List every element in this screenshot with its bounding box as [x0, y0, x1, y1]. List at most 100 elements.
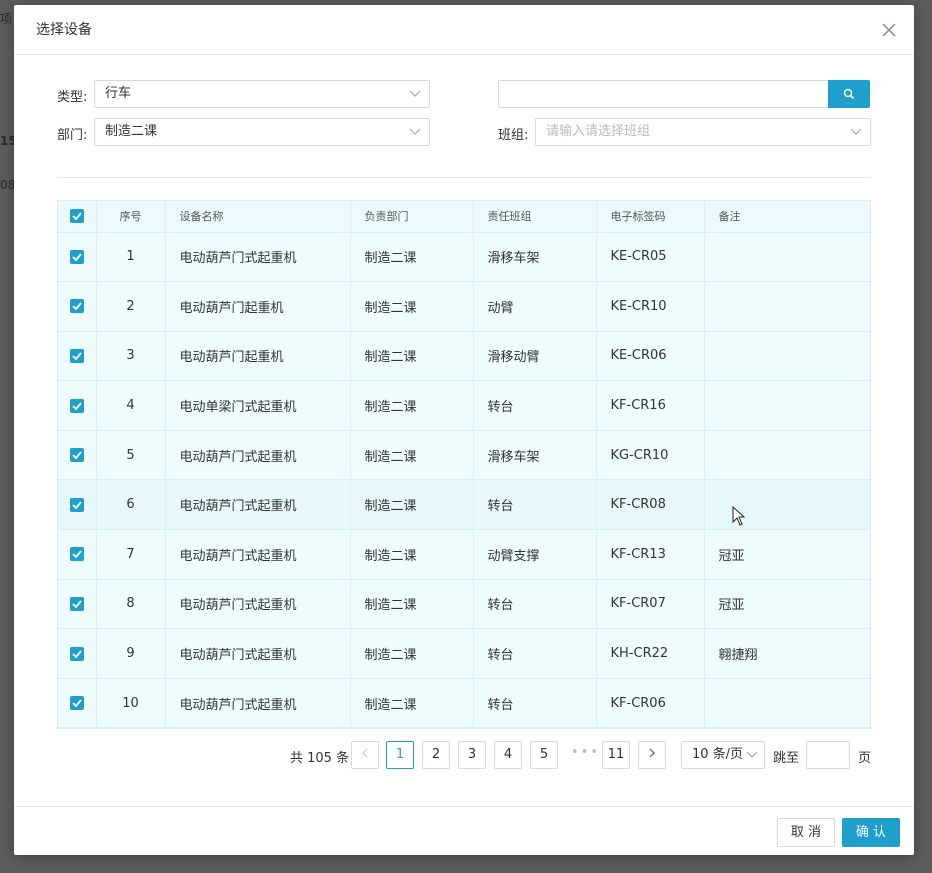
- dept-select[interactable]: 制造二课: [94, 118, 430, 146]
- cell-tag-code: KE-CR05: [596, 232, 705, 283]
- table-row[interactable]: 3 电动葫芦门起重机 制造二课 滑移动臂 KE-CR06: [58, 331, 870, 382]
- table-row[interactable]: 9 电动葫芦门式起重机 制造二课 转台 KH-CR22 翱捷翔: [58, 628, 870, 679]
- row-checkbox[interactable]: [58, 380, 97, 431]
- pagination: 共 105 条 1 2 3 4 5 ••• 11 10 条/页 跳至 页: [14, 741, 914, 771]
- cell-index: 3: [96, 331, 166, 382]
- cell-device-name: 电动单梁门式起重机: [165, 380, 351, 431]
- jump-label: 跳至: [773, 751, 800, 766]
- dialog-footer: 取 消 确 认: [14, 806, 914, 855]
- row-checkbox[interactable]: [58, 430, 97, 481]
- cell-department: 制造二课: [350, 529, 474, 580]
- team-select[interactable]: 请输入请选择班组: [535, 118, 871, 146]
- row-checkbox[interactable]: [58, 232, 97, 283]
- cell-team: 转台: [473, 479, 597, 531]
- cell-department: 制造二课: [350, 281, 474, 332]
- cell-team: 转台: [473, 380, 597, 431]
- cell-remark: [704, 479, 870, 531]
- cell-remark: [704, 430, 870, 481]
- header-remark: 备注: [704, 201, 870, 233]
- search-button[interactable]: [828, 80, 870, 108]
- checkbox-checked-icon: [69, 596, 84, 611]
- next-page-button[interactable]: [638, 741, 666, 769]
- row-checkbox[interactable]: [58, 281, 97, 332]
- cell-device-name: 电动葫芦门式起重机: [165, 529, 351, 580]
- cell-index: 8: [96, 579, 166, 630]
- row-checkbox[interactable]: [58, 529, 97, 580]
- table-row[interactable]: 1 电动葫芦门式起重机 制造二课 滑移车架 KE-CR05: [58, 232, 870, 283]
- cell-department: 制造二课: [350, 678, 474, 729]
- type-label: 类型:: [57, 90, 88, 105]
- row-checkbox[interactable]: [58, 331, 97, 382]
- cell-device-name: 电动葫芦门式起重机: [165, 628, 351, 679]
- dialog-title: 选择设备: [36, 22, 92, 38]
- header-device-name: 设备名称: [165, 201, 351, 233]
- cell-team: 转台: [473, 579, 597, 630]
- page-button-4[interactable]: 4: [494, 741, 522, 769]
- cell-department: 制造二课: [350, 430, 474, 481]
- chevron-left-icon: [362, 748, 368, 758]
- page-button-last[interactable]: 11: [602, 741, 630, 769]
- background-text: 项: [0, 12, 13, 26]
- close-button[interactable]: [878, 19, 900, 41]
- search-input[interactable]: [498, 80, 829, 108]
- header-tag-code: 电子标签码: [596, 201, 705, 233]
- table-row[interactable]: 7 电动葫芦门式起重机 制造二课 动臂支撑 KF-CR13 冠亚: [58, 529, 870, 580]
- chevron-down-icon: [850, 128, 862, 135]
- jump-page-input[interactable]: [806, 741, 850, 769]
- row-checkbox[interactable]: [58, 678, 97, 729]
- cell-tag-code: KF-CR13: [596, 529, 705, 580]
- checkbox-checked-icon: [69, 348, 84, 363]
- table-row[interactable]: 6 电动葫芦门式起重机 制造二课 转台 KF-CR08: [58, 479, 870, 531]
- cell-device-name: 电动葫芦门式起重机: [165, 579, 351, 630]
- checkbox-checked-icon: [69, 398, 84, 413]
- cell-tag-code: KF-CR06: [596, 678, 705, 729]
- cell-device-name: 电动葫芦门式起重机: [165, 430, 351, 481]
- page-button-5[interactable]: 5: [530, 741, 558, 769]
- type-select[interactable]: 行车: [94, 80, 430, 108]
- checkbox-checked-icon: [69, 646, 84, 661]
- cell-index: 5: [96, 430, 166, 481]
- table-row[interactable]: 10 电动葫芦门式起重机 制造二课 转台 KF-CR06: [58, 678, 870, 729]
- row-checkbox[interactable]: [58, 579, 97, 630]
- header-department: 负责部门: [350, 201, 474, 233]
- mouse-cursor-icon: [732, 506, 746, 526]
- table-row[interactable]: 5 电动葫芦门式起重机 制造二课 滑移车架 KG-CR10: [58, 430, 870, 481]
- cell-remark: [704, 678, 870, 729]
- background-text: 08: [0, 178, 16, 192]
- cell-remark: 冠亚: [704, 579, 870, 630]
- page-button-1[interactable]: 1: [386, 741, 414, 769]
- checkbox-checked-icon: [69, 249, 84, 264]
- cell-team: 动臂支撑: [473, 529, 597, 580]
- cell-department: 制造二课: [350, 579, 474, 630]
- cell-team: 滑移动臂: [473, 331, 597, 382]
- prev-page-button[interactable]: [351, 741, 379, 769]
- table-header-row: 序号 设备名称 负责部门 责任班组 电子标签码 备注: [58, 201, 870, 233]
- checkbox-checked-icon: [69, 497, 84, 512]
- type-value: 行车: [105, 86, 132, 101]
- cell-remark: [704, 281, 870, 332]
- page-button-2[interactable]: 2: [422, 741, 450, 769]
- cell-index: 7: [96, 529, 166, 580]
- page-size-select[interactable]: 10 条/页: [681, 741, 765, 769]
- table-row[interactable]: 2 电动葫芦门起重机 制造二课 动臂 KE-CR10: [58, 281, 870, 332]
- table-row[interactable]: 8 电动葫芦门式起重机 制造二课 转台 KF-CR07 冠亚: [58, 579, 870, 630]
- cell-department: 制造二课: [350, 628, 474, 679]
- cell-department: 制造二课: [350, 232, 474, 283]
- cell-department: 制造二课: [350, 331, 474, 382]
- cell-remark: 冠亚: [704, 529, 870, 580]
- row-checkbox[interactable]: [58, 628, 97, 679]
- cell-tag-code: KE-CR06: [596, 331, 705, 382]
- cancel-button[interactable]: 取 消: [777, 818, 835, 847]
- select-all-checkbox[interactable]: [58, 201, 97, 233]
- page-button-3[interactable]: 3: [458, 741, 486, 769]
- confirm-button[interactable]: 确 认: [842, 818, 900, 847]
- filter-panel: 类型: 行车 部门: 制造二课 班组: 请输入请选择班组: [14, 55, 914, 185]
- cell-tag-code: KE-CR10: [596, 281, 705, 332]
- cell-index: 9: [96, 628, 166, 679]
- page-suffix-label: 页: [858, 751, 872, 766]
- row-checkbox[interactable]: [58, 479, 97, 531]
- table-row[interactable]: 4 电动单梁门式起重机 制造二课 转台 KF-CR16: [58, 380, 870, 431]
- ellipsis-icon[interactable]: •••: [571, 745, 600, 760]
- cell-remark: [704, 380, 870, 431]
- team-label: 班组:: [498, 128, 529, 143]
